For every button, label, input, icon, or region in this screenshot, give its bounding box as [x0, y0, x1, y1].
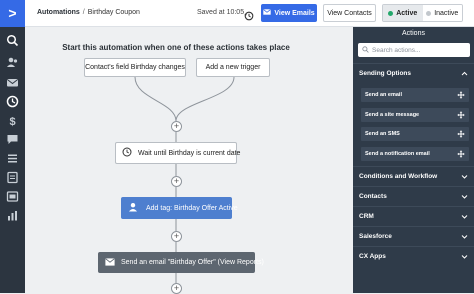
section-contacts[interactable]: Contacts — [353, 186, 474, 206]
action-label: Send a site message — [365, 112, 420, 118]
breadcrumb-current: Birthday Coupon — [87, 9, 140, 16]
start-title: Start this automation when one of these … — [62, 43, 290, 52]
move-icon[interactable] — [457, 111, 465, 119]
section-label: CX Apps — [359, 253, 386, 260]
view-emails-button[interactable]: View Emails — [261, 4, 317, 22]
tag-step-label: Add tag: Birthday Offer Active — [146, 204, 238, 212]
section-crm[interactable]: CRM — [353, 206, 474, 226]
campaigns-icon[interactable] — [6, 76, 19, 89]
action-send-email[interactable]: Send an email — [361, 88, 469, 102]
search-icon — [362, 45, 369, 55]
move-icon[interactable] — [457, 91, 465, 99]
action-send-sms[interactable]: Send an SMS — [361, 127, 469, 141]
add-trigger-label: Add a new trigger — [205, 64, 261, 71]
trigger-label: Contact's field Birthday changes — [85, 64, 185, 71]
section-sending-options[interactable]: Sending Options — [353, 63, 474, 83]
lists-icon[interactable] — [6, 152, 19, 165]
action-label: Send an SMS — [365, 131, 400, 137]
action-send-site-message[interactable]: Send a site message — [361, 108, 469, 122]
chevron-down-icon — [461, 215, 468, 219]
wait-step-card[interactable]: Wait until Birthday is current date — [115, 142, 241, 164]
add-step-button[interactable]: + — [171, 121, 182, 132]
section-conditions-workflow[interactable]: Conditions and Workflow — [353, 166, 474, 186]
search-actions-input[interactable] — [372, 46, 467, 54]
active-dot-icon — [388, 10, 394, 16]
app-logo[interactable]: > — [0, 0, 25, 27]
chevron-up-icon — [461, 71, 468, 76]
section-label: Contacts — [359, 193, 387, 200]
active-toggle-option[interactable]: Active — [383, 5, 423, 21]
chevron-down-icon — [461, 175, 468, 179]
chevron-down-icon — [461, 235, 468, 239]
add-trigger-button[interactable]: Add a new trigger — [196, 58, 270, 77]
automations-icon[interactable] — [6, 95, 19, 108]
move-icon[interactable] — [457, 130, 465, 138]
status-toggle: Active Inactive — [382, 4, 463, 22]
view-contacts-label: View Contacts — [327, 9, 372, 17]
inactive-label: Inactive — [434, 9, 459, 17]
top-header: Automations / Birthday Coupon Saved at 10:… — [25, 0, 474, 27]
action-label: Send an email — [365, 92, 402, 98]
inactive-toggle-option[interactable]: Inactive — [422, 5, 462, 21]
actions-panel: Actions Sending Options Send an email Se… — [353, 27, 474, 293]
email-icon — [263, 9, 272, 17]
pages-icon[interactable] — [6, 190, 19, 203]
history-icon[interactable] — [244, 8, 254, 21]
email-step-label: Send an email "Birthday Offer" (View Rep… — [121, 259, 264, 266]
search-icon[interactable] — [6, 34, 19, 47]
breadcrumb: Automations / Birthday Coupon — [37, 9, 140, 16]
actions-search[interactable] — [358, 43, 470, 57]
view-contacts-button[interactable]: View Contacts — [323, 4, 376, 22]
conversations-icon[interactable] — [6, 133, 19, 146]
action-send-notification-email[interactable]: Send a notification email — [361, 147, 469, 161]
chevron-down-icon — [461, 195, 468, 199]
clock-icon — [122, 147, 132, 159]
add-step-button[interactable]: + — [171, 283, 182, 294]
section-label: Conditions and Workflow — [359, 173, 438, 180]
envelope-icon — [105, 257, 115, 268]
section-label: Sending Options — [359, 70, 411, 77]
breadcrumb-automations-link[interactable]: Automations — [37, 9, 80, 16]
trigger-birthday-field[interactable]: Contact's field Birthday changes — [84, 58, 186, 77]
actions-panel-title: Actions — [402, 30, 425, 37]
wait-step-label: Wait until Birthday is current date — [138, 149, 241, 157]
active-label: Active — [396, 9, 418, 17]
analytics-icon[interactable] — [6, 209, 19, 222]
section-salesforce[interactable]: Salesforce — [353, 226, 474, 246]
breadcrumb-separator: / — [82, 9, 85, 16]
add-step-button[interactable]: + — [171, 176, 182, 187]
action-label: Send a notification email — [365, 151, 430, 157]
tag-step-card[interactable]: Add tag: Birthday Offer Active — [121, 197, 238, 219]
svg-text:$: $ — [9, 116, 15, 127]
reports-icon[interactable] — [6, 171, 19, 184]
automation-canvas[interactable]: Start this automation when one of these … — [25, 27, 353, 294]
inactive-dot-icon — [426, 10, 432, 16]
email-step-card[interactable]: Send an email "Birthday Offer" (View Rep… — [98, 252, 264, 273]
saved-status: Saved at 10:05 — [197, 9, 245, 16]
chevron-down-icon — [461, 255, 468, 259]
section-label: Salesforce — [359, 233, 392, 240]
left-nav: > $ — [0, 0, 25, 293]
section-cx-apps[interactable]: CX Apps — [353, 246, 474, 266]
add-step-button[interactable]: + — [171, 231, 182, 242]
contact-icon — [128, 202, 138, 214]
section-label: CRM — [359, 213, 374, 220]
deals-icon[interactable]: $ — [6, 114, 19, 127]
move-icon[interactable] — [457, 150, 465, 158]
view-emails-label: View Emails — [274, 9, 315, 17]
contacts-icon[interactable] — [6, 56, 19, 69]
